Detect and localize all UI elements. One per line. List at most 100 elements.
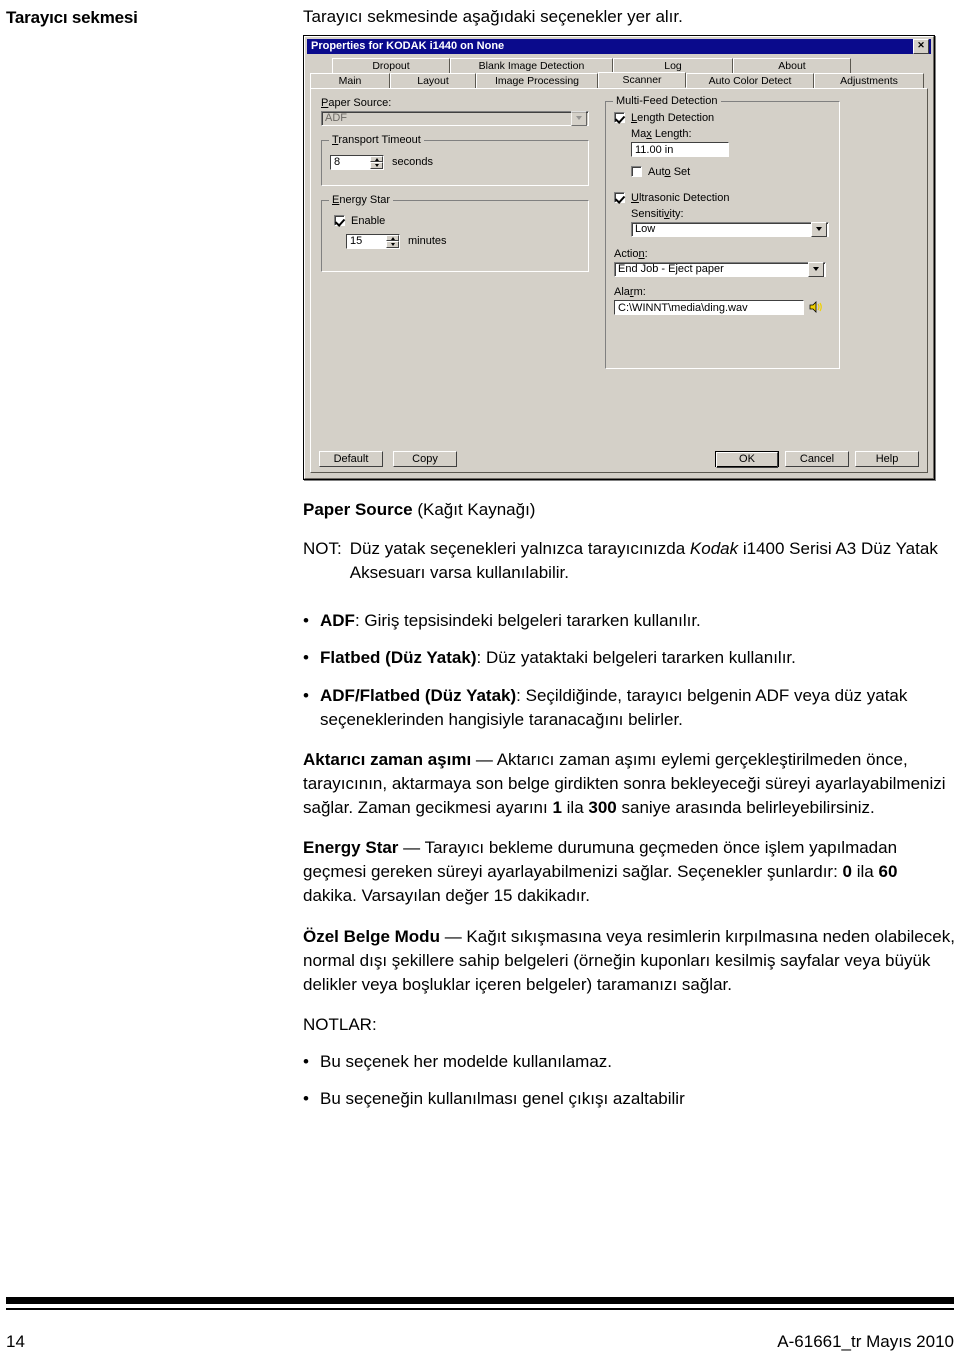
tab-row-lower: Main Layout Image Processing Scanner Aut… [310,71,928,88]
bullet-icon: • [303,611,309,631]
length-detection-label: Length Detection [631,111,715,124]
length-detection-row[interactable]: Length Detection [614,112,831,124]
alarm-row: C:\WINNT\media\ding.wav [614,299,831,315]
energy-star-minutes-row: 15 minutes [346,233,580,249]
scanner-properties-dialog: Properties for KODAK i1440 on None ✕ Dro… [303,34,935,480]
sensitivity-label: Sensitivity: [631,207,684,220]
main-content-column: Tarayıcı sekmesinde aşağıdaki seçenekler… [303,6,955,1111]
bullet-icon: • [303,1089,309,1109]
dialog-frame: Properties for KODAK i1440 on None ✕ Dro… [304,35,934,479]
alarm-label: Alarm: [614,285,646,298]
left-column: PPaper Source:aper Source: ADF Transport… [321,97,589,369]
tab-blank-image-detection[interactable]: Blank Image Detection [450,57,613,73]
margin-heading: Tarayıcı sekmesi [6,8,138,27]
transport-timeout-spin-buttons[interactable] [370,155,383,169]
body-text: Paper Source (Kağıt Kaynağı) NOT: Düz ya… [303,498,955,1111]
dialog-titlebar: Properties for KODAK i1440 on None ✕ [307,38,931,54]
ok-button[interactable]: OK [715,450,779,468]
auto-set-row[interactable]: Auto Set [631,166,831,178]
energy-star-title: Energy Star [329,193,394,206]
scanner-tab-panel: PPaper Source:aper Source: ADF Transport… [310,87,928,473]
tab-strip: Dropout Blank Image Detection Log About … [307,54,931,88]
chevron-down-icon[interactable] [811,221,827,237]
ultrasonic-detection-row[interactable]: Ultrasonic Detection [614,192,831,204]
max-length-block: Max Length: 11.00 in [631,128,831,157]
spin-down-icon[interactable] [386,241,399,248]
energy-star-enable-checkbox[interactable] [334,215,345,227]
bullet-icon: • [303,648,309,668]
help-button[interactable]: Help [855,450,919,467]
max-length-input[interactable]: 11.00 in [631,141,729,157]
footer-rule-thick [6,1297,954,1304]
action-label: Action: [614,247,648,260]
speaker-icon[interactable] [809,300,823,314]
tab-layout[interactable]: Layout [390,72,476,88]
transport-timeout-paragraph: Aktarıcı zaman aşımı — Aktarıcı zaman aş… [303,749,946,818]
tab-log[interactable]: Log [613,57,733,73]
auto-set-checkbox[interactable] [631,166,642,178]
list-item: • Bu seçenek her modelde kullanılamaz. [303,1050,955,1074]
default-button[interactable]: Default [319,450,383,467]
note-label: NOT: [303,539,342,559]
transport-timeout-stepper[interactable]: 8 [330,154,384,170]
sensitivity-combo[interactable]: Low [631,221,829,237]
chevron-down-icon[interactable] [808,261,824,277]
auto-set-label: Auto Set [648,165,691,178]
dialog-button-bar: Default Copy OK Cancel Help [311,446,927,472]
transport-timeout-row: 8 seconds [330,154,580,170]
bullet-icon: • [303,685,309,705]
list-item-text: Flatbed (Düz Yatak): Düz yataktaki belge… [320,648,796,668]
tab-scanner[interactable]: Scanner [598,71,686,88]
paper-source-combo[interactable]: ADF [321,110,589,126]
ultrasonic-detection-checkbox[interactable] [614,192,625,204]
spin-down-icon[interactable] [370,162,383,169]
list-item-text: Bu seçeneğin kullanılması genel çıkışı a… [320,1089,685,1109]
sensitivity-block: Sensitivity: Low [631,208,831,237]
list-item-text: Bu seçenek her modelde kullanılamaz. [320,1052,612,1072]
close-icon[interactable]: ✕ [913,38,929,54]
intro-text: Tarayıcı sekmesinde aşağıdaki seçenekler… [303,7,683,26]
list-item: • ADF/Flatbed (Düz Yatak): Seçildiğinde,… [303,684,955,732]
transport-timeout-value: 8 [334,155,341,168]
note-block: NOT: Düz yatak seçenekleri yalnızca tara… [303,537,955,585]
footer-rule-thin [6,1308,954,1310]
cancel-button[interactable]: Cancel [785,450,849,467]
action-block: Action: End Job - Eject paper [614,248,831,277]
sensitivity-value: Low [635,223,656,236]
alarm-block: Alarm: C:\WINNT\media\ding.wav [614,286,831,315]
tab-row-upper: Dropout Blank Image Detection Log About [310,57,928,73]
energy-star-paragraph: Energy Star — Tarayıcı bekleme durumuna … [303,838,898,906]
document-page: Tarayıcı sekmesi Tarayıcı sekmesinde aşa… [0,0,960,1372]
energy-star-spin-buttons[interactable] [386,234,399,248]
dialog-title: Properties for KODAK i1440 on None [311,40,505,53]
document-reference: A-61661_tr Mayıs 2010 [777,1332,954,1351]
tab-dropout[interactable]: Dropout [332,57,450,73]
panel-columns: PPaper Source:aper Source: ADF Transport… [311,89,927,369]
action-value: End Job - Eject paper [618,263,724,276]
paper-source-heading-rest: (Kağıt Kaynağı) [412,499,536,519]
energy-star-enable-row[interactable]: Enable [334,215,580,227]
transport-timeout-unit: seconds [392,156,433,169]
tab-auto-color-detect[interactable]: Auto Color Detect [686,72,814,88]
list-item: • Flatbed (Düz Yatak): Düz yataktaki bel… [303,646,955,670]
action-combo[interactable]: End Job - Eject paper [614,261,826,277]
paper-source-value: ADF [325,112,347,125]
special-document-mode-paragraph: Özel Belge Modu — Kağıt sıkışmasına veya… [303,926,955,994]
right-column: Multi-Feed Detection Length Detection Ma… [605,94,840,369]
multi-feed-detection-title: Multi-Feed Detection [613,94,721,107]
copy-button[interactable]: Copy [393,450,457,467]
alarm-input[interactable]: C:\WINNT\media\ding.wav [614,299,804,315]
energy-star-unit: minutes [408,235,447,248]
tab-about[interactable]: About [733,57,851,73]
length-detection-checkbox[interactable] [614,112,625,124]
multi-feed-detection-group: Multi-Feed Detection Length Detection Ma… [605,94,840,369]
tab-main[interactable]: Main [310,72,390,88]
energy-star-stepper[interactable]: 15 [346,233,400,249]
tab-adjustments[interactable]: Adjustments [814,72,924,88]
list-item: • Bu seçeneğin kullanılması genel çıkışı… [303,1087,955,1111]
chevron-down-icon[interactable] [571,110,587,126]
bullet-icon: • [303,1052,309,1072]
tab-image-processing[interactable]: Image Processing [476,72,598,88]
note-text: Düz yatak seçenekleri yalnızca tarayıcın… [349,539,938,583]
list-item-text: ADF/Flatbed (Düz Yatak): Seçildiğinde, t… [320,685,908,729]
